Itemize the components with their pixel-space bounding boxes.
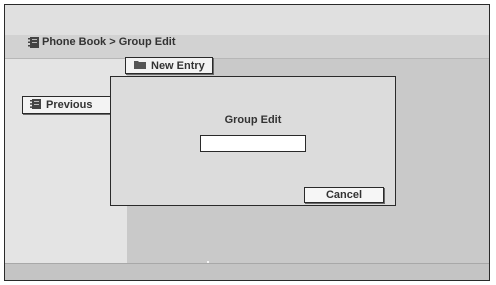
new-entry-label: New Entry: [151, 59, 205, 72]
cancel-button[interactable]: Cancel: [304, 187, 384, 203]
page-title: Phone Book > Group Edit: [28, 36, 176, 48]
indicator-dot: [207, 261, 209, 263]
previous-label: Previous: [46, 99, 93, 111]
folder-icon: [134, 60, 146, 72]
left-panel: [5, 59, 127, 263]
phone-book-icon: [30, 98, 41, 112]
group-edit-dialog: Group Edit Cancel: [110, 76, 396, 206]
dialog-title: Group Edit: [224, 114, 282, 126]
previous-button[interactable]: Previous: [22, 96, 112, 114]
phone-book-icon: [28, 37, 40, 51]
top-band: [5, 5, 489, 35]
page-title-text: Phone Book > Group Edit: [42, 36, 176, 48]
group-name-input[interactable]: [200, 135, 306, 152]
new-entry-button[interactable]: New Entry: [125, 57, 213, 74]
bottom-bar: [5, 263, 489, 280]
